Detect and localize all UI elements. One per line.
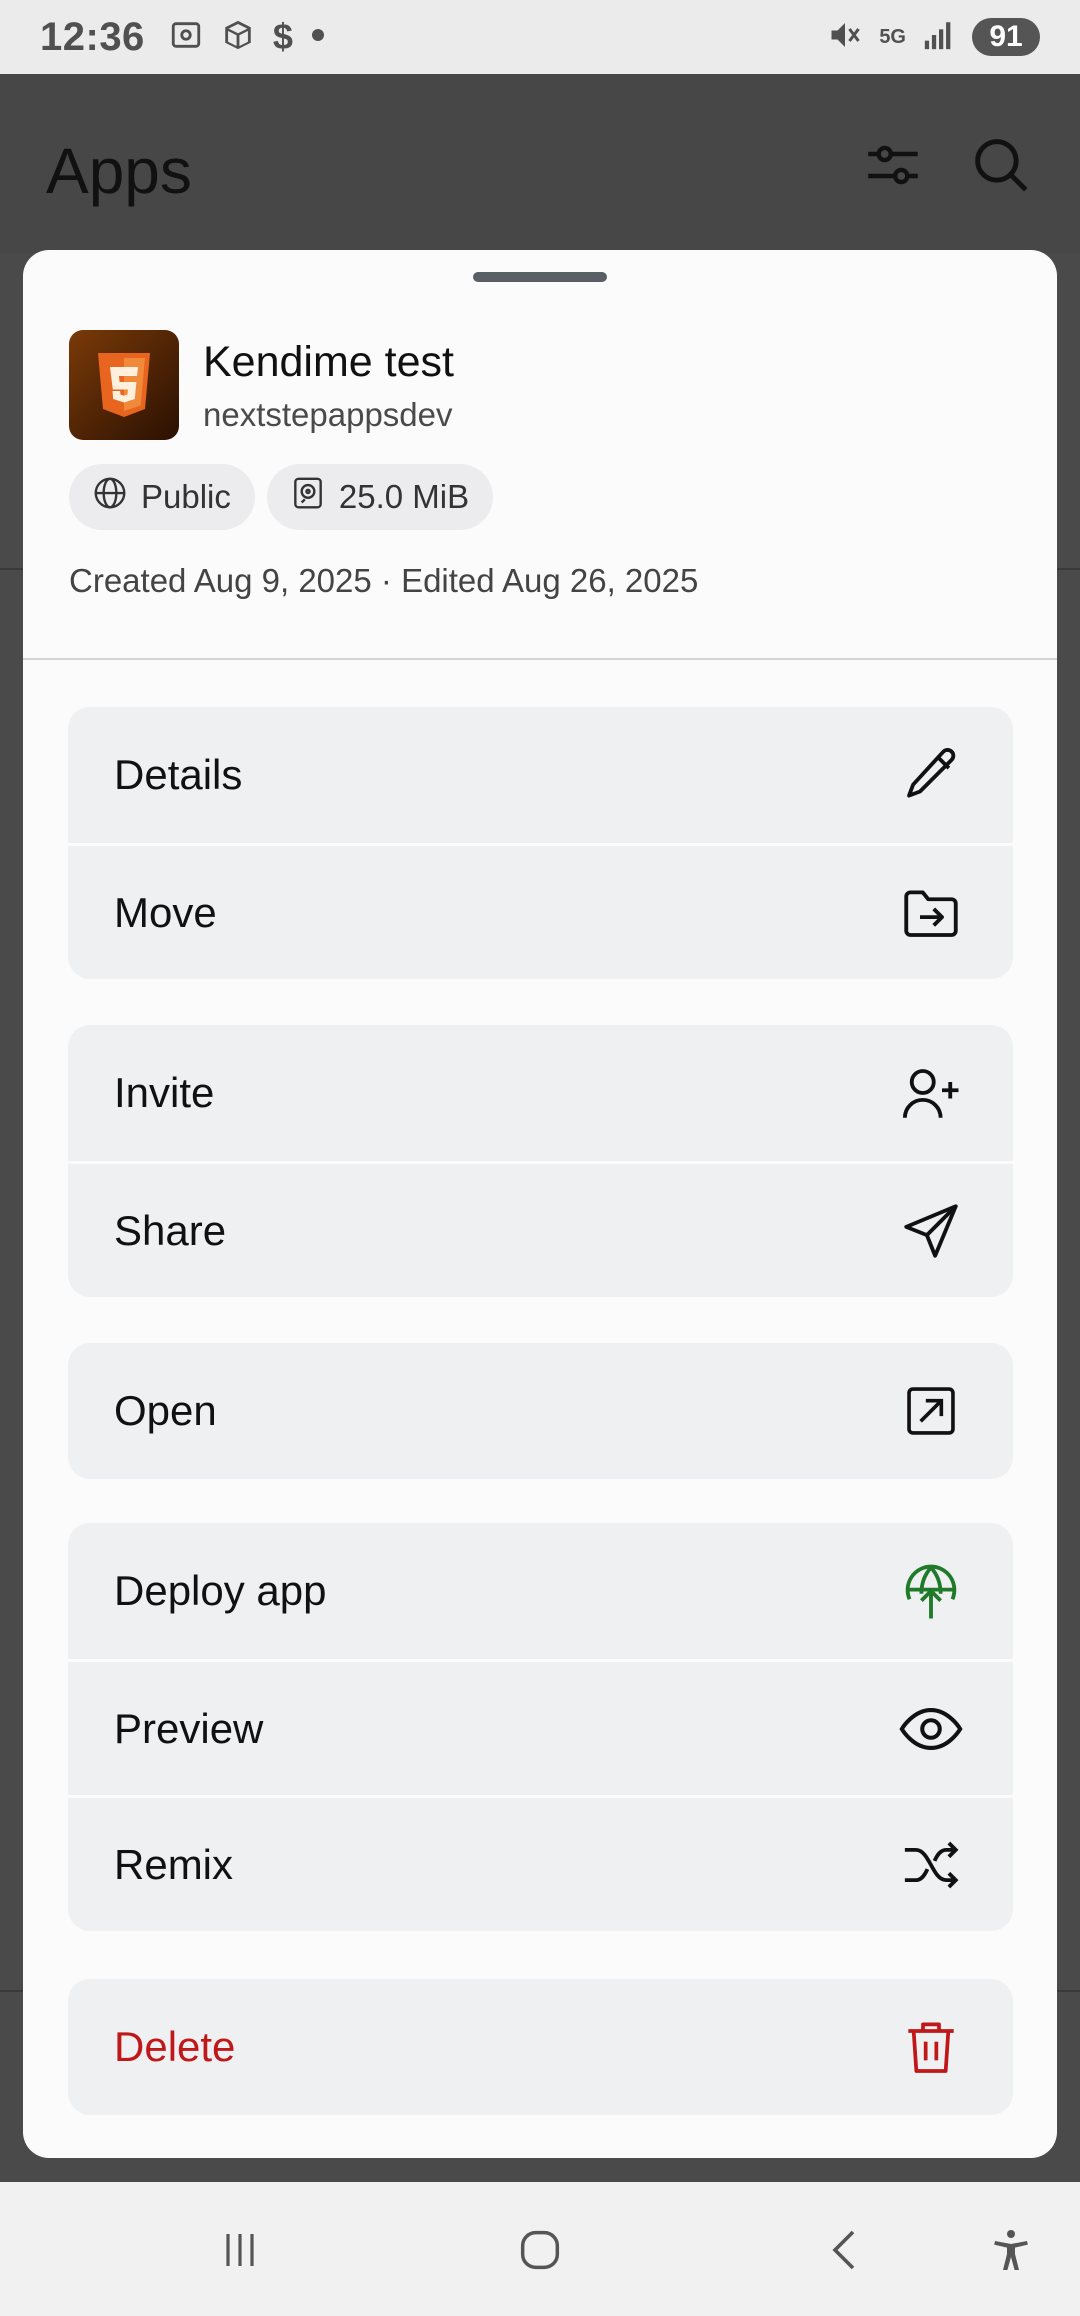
size-label: 25.0 MiB <box>338 478 470 515</box>
home-icon[interactable] <box>510 2220 570 2280</box>
page-title: Apps <box>46 135 192 207</box>
invite-button[interactable]: Invite <box>68 1025 1013 1161</box>
delete-button[interactable]: Delete <box>68 1979 1013 2115</box>
remix-button[interactable]: Remix <box>68 1795 1013 1931</box>
globe-upload-icon <box>895 1555 967 1627</box>
details-button[interactable]: Details <box>68 707 1013 843</box>
delete-label: Delete <box>114 2023 236 2070</box>
external-link-icon <box>895 1375 967 1447</box>
network-label: 5G <box>879 25 906 48</box>
invite-label: Invite <box>114 1069 215 1116</box>
deploy-app-button[interactable]: Deploy app <box>68 1523 1013 1659</box>
share-button[interactable]: Share <box>68 1161 1013 1297</box>
details-label: Details <box>114 751 243 798</box>
html5-icon <box>69 330 179 440</box>
sheet-drag-handle[interactable] <box>473 272 607 282</box>
share-label: Share <box>114 1206 227 1254</box>
open-button[interactable]: Open <box>68 1343 1013 1479</box>
menu-group-edit: Details Move <box>68 707 1013 979</box>
status-notification-icons: $ <box>169 16 325 58</box>
preview-label: Preview <box>114 1704 264 1752</box>
status-system-icons: 5G 91 <box>827 17 1040 58</box>
app-owner: nextstepappsdev <box>203 396 453 433</box>
mute-icon <box>827 17 863 58</box>
eye-icon <box>895 1693 967 1765</box>
status-bar: 12:36 $ 5G 91 <box>0 0 1080 74</box>
visibility-chip: Public <box>69 464 255 530</box>
move-label: Move <box>114 888 217 936</box>
dot-icon <box>311 28 325 47</box>
remix-label: Remix <box>114 1840 234 1888</box>
trash-icon <box>895 2011 967 2083</box>
deploy-app-label: Deploy app <box>114 1567 327 1614</box>
open-label: Open <box>114 1387 217 1434</box>
app-actions-sheet: Kendime test nextstepappsdev Public 25.0… <box>23 250 1057 2158</box>
status-time: 12:36 <box>40 14 145 59</box>
storage-icon <box>289 474 327 520</box>
filter-icon[interactable] <box>860 132 926 203</box>
size-chip: 25.0 MiB <box>266 464 494 530</box>
header-actions <box>860 132 1034 203</box>
package-icon <box>221 18 255 57</box>
globe-icon <box>91 474 129 520</box>
shuffle-icon <box>895 1829 967 1901</box>
menu-group-delete: Delete <box>68 1979 1013 2115</box>
visibility-label: Public <box>141 478 231 515</box>
menu-group-open: Open <box>68 1343 1013 1479</box>
app-dates: Created Aug 9, 2025 · Edited Aug 26, 202… <box>69 562 699 599</box>
user-plus-icon <box>895 1057 967 1129</box>
pencil-icon <box>895 739 967 811</box>
search-icon[interactable] <box>968 132 1034 203</box>
menu-group-collaborate: Invite Share <box>68 1025 1013 1297</box>
menu-group-deploy: Deploy app Preview Remix <box>68 1523 1013 1931</box>
folder-move-icon <box>895 877 967 949</box>
battery-indicator: 91 <box>972 18 1040 56</box>
app-header: Apps <box>0 74 1080 254</box>
move-button[interactable]: Move <box>68 843 1013 979</box>
dollar-icon: $ <box>272 16 293 57</box>
sheet-divider <box>23 658 1057 660</box>
recent-apps-icon[interactable] <box>210 2220 270 2280</box>
preview-button[interactable]: Preview <box>68 1659 1013 1795</box>
send-icon <box>895 1195 967 1267</box>
accessibility-icon[interactable] <box>981 2220 1041 2280</box>
signal-icon <box>922 18 956 57</box>
app-meta-chips: Public 25.0 MiB <box>69 464 494 530</box>
back-icon[interactable] <box>815 2220 875 2280</box>
system-nav-bar <box>0 2182 1080 2316</box>
screenshot-icon <box>169 18 203 57</box>
app-name: Kendime test <box>203 338 454 386</box>
